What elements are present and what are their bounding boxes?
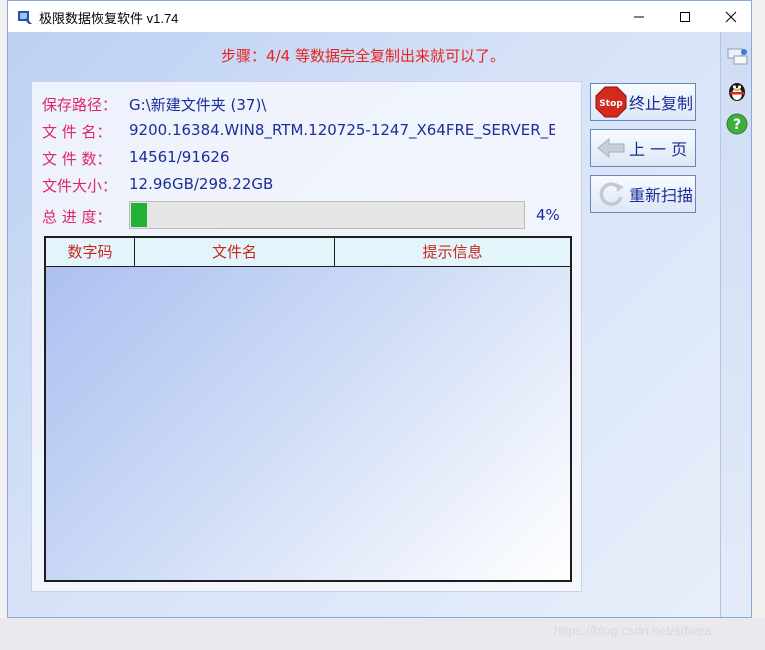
- column-header-filename[interactable]: 文件名: [135, 238, 335, 266]
- stop-copy-label: 终止复制: [629, 94, 694, 113]
- minimize-icon: [634, 16, 644, 17]
- background-desktop-right: [752, 0, 765, 650]
- close-button[interactable]: [708, 1, 754, 32]
- minimize-button[interactable]: [616, 1, 662, 32]
- file-count-label: 文 件 数：: [42, 150, 112, 168]
- stop-copy-button[interactable]: Stop 终止复制: [590, 83, 696, 121]
- file-name-value: 9200.16384.WIN8_RTM.120725-1247_X64FRE_S…: [129, 121, 555, 139]
- save-path-label: 保存路径：: [42, 96, 118, 114]
- network-icon[interactable]: [725, 44, 749, 68]
- maximize-button[interactable]: [662, 1, 708, 32]
- refresh-icon: [594, 177, 628, 211]
- rescan-label: 重新扫描: [629, 186, 694, 205]
- qq-penguin-icon[interactable]: [725, 79, 749, 103]
- title-bar: 极限数据恢复软件 v1.74: [8, 1, 751, 32]
- file-size-label: 文件大小：: [42, 177, 118, 195]
- column-header-message[interactable]: 提示信息: [335, 238, 570, 266]
- file-count-value: 14561/91626: [129, 148, 230, 166]
- table-header: 数字码 文件名 提示信息: [46, 238, 570, 267]
- close-icon: [725, 11, 737, 22]
- progress-bar-fill: [131, 203, 147, 227]
- app-window: 极限数据恢复软件 v1.74 步骤：4/4 等数据完全复制出来就可以了。 保存路…: [7, 0, 752, 618]
- column-header-code[interactable]: 数字码: [46, 238, 135, 266]
- watermark: https://blog.csdn.net/sdwea: [554, 623, 712, 638]
- side-toolbar: ?: [720, 32, 751, 617]
- progress-label: 总 进 度：: [42, 208, 112, 226]
- step-instruction: 步骤：4/4 等数据完全复制出来就可以了。: [221, 47, 505, 65]
- file-table: 数字码 文件名 提示信息: [44, 236, 572, 582]
- maximize-icon: [680, 11, 690, 22]
- previous-page-label: 上 一 页: [629, 140, 688, 159]
- rescan-button[interactable]: 重新扫描: [590, 175, 696, 213]
- stop-icon-text: Stop: [599, 99, 623, 109]
- progress-percent: 4%: [536, 206, 560, 224]
- back-arrow-icon: [594, 131, 628, 165]
- progress-bar: [129, 201, 525, 229]
- file-name-label: 文 件 名：: [42, 123, 112, 141]
- copy-status-panel: 保存路径： G:\新建文件夹 (37)\ 文 件 名： 9200.16384.W…: [31, 81, 582, 592]
- help-icon[interactable]: ?: [725, 112, 749, 136]
- app-icon: [18, 11, 32, 24]
- file-size-value: 12.96GB/298.22GB: [129, 175, 274, 193]
- previous-page-button[interactable]: 上 一 页: [590, 129, 696, 167]
- svg-text:?: ?: [733, 117, 741, 133]
- stop-icon: Stop: [594, 85, 628, 119]
- window-title: 极限数据恢复软件 v1.74: [39, 11, 179, 26]
- save-path-value: G:\新建文件夹 (37)\: [129, 96, 267, 114]
- client-area: 步骤：4/4 等数据完全复制出来就可以了。 保存路径： G:\新建文件夹 (37…: [8, 32, 751, 617]
